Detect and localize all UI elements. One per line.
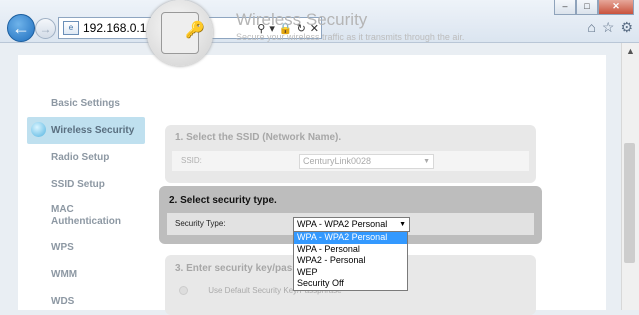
back-button[interactable]: ←: [7, 14, 35, 42]
forward-arrow-icon: →: [39, 21, 52, 36]
dropdown-option[interactable]: WPA2 - Personal: [294, 255, 407, 267]
dropdown-option[interactable]: WEP: [294, 267, 407, 279]
back-arrow-icon: ←: [12, 17, 30, 38]
sidebar-item-wmm[interactable]: WMM: [25, 261, 145, 288]
ssid-row: SSID: CenturyLink0028 ▼: [172, 151, 529, 171]
sidebar-item-wds[interactable]: WDS: [25, 288, 145, 315]
window-controls: – □ ✕: [554, 0, 634, 15]
security-type-label: Security Type:: [175, 219, 226, 228]
sidebar-item-mac-authentication[interactable]: MAC Authentication: [25, 198, 145, 234]
sidebar-item-label: Radio Setup: [51, 152, 110, 163]
key-icon: 🔑: [185, 22, 205, 39]
default-key-radio[interactable]: [179, 286, 188, 296]
globe-icon: [31, 122, 46, 137]
security-type-heading: 2. Select security type.: [169, 195, 277, 206]
home-icon[interactable]: ⌂: [587, 19, 595, 36]
sidebar-item-ssid-setup[interactable]: SSID Setup: [25, 171, 145, 198]
sidebar-item-label: MAC Authentication: [51, 204, 121, 227]
sidebar-item-label: Basic Settings: [51, 98, 120, 109]
sidebar: Basic Settings Wireless Security Radio S…: [25, 90, 145, 315]
sidebar-item-label: WMM: [51, 269, 78, 280]
forward-button[interactable]: →: [35, 18, 56, 39]
security-type-select-value: WPA - WPA2 Personal: [297, 219, 388, 229]
sidebar-item-label: WPS: [51, 242, 74, 253]
sidebar-item-wps[interactable]: WPS: [25, 234, 145, 261]
ssid-select-value: CenturyLink0028: [303, 156, 372, 166]
sidebar-item-basic-settings[interactable]: Basic Settings: [25, 90, 145, 117]
sidebar-item-wireless-security[interactable]: Wireless Security: [27, 117, 145, 144]
chevron-down-icon: ▼: [399, 221, 406, 228]
scroll-up-icon[interactable]: ▲: [622, 43, 639, 59]
dropdown-option[interactable]: Security Off: [294, 278, 407, 290]
sidebar-item-label: SSID Setup: [51, 179, 105, 190]
sidebar-item-label: Wireless Security: [51, 125, 135, 136]
dropdown-option[interactable]: WPA - WPA2 Personal: [294, 232, 407, 244]
chevron-down-icon: ▼: [423, 158, 430, 165]
vertical-scrollbar[interactable]: ▲: [621, 43, 639, 310]
page-title: Wireless Security: [236, 10, 368, 29]
page-icon: e: [63, 21, 79, 35]
dropdown-option[interactable]: WPA - Personal: [294, 244, 407, 256]
favorites-star-icon[interactable]: ☆: [602, 19, 615, 36]
browser-toolbar-icons: ⌂ ☆ ⚙: [587, 19, 633, 36]
settings-gear-icon[interactable]: ⚙: [620, 19, 633, 36]
ssid-section: 1. Select the SSID (Network Name). SSID:…: [165, 125, 536, 183]
maximize-button[interactable]: □: [576, 0, 598, 15]
close-button[interactable]: ✕: [598, 0, 634, 15]
sidebar-item-label: WDS: [51, 296, 75, 307]
ssid-section-heading: 1. Select the SSID (Network Name).: [175, 132, 342, 143]
security-type-select[interactable]: WPA - WPA2 Personal ▼: [293, 217, 410, 232]
sidebar-item-radio-setup[interactable]: Radio Setup: [25, 144, 145, 171]
wireless-security-header-icon: 🔑: [147, 0, 213, 66]
ssid-label: SSID:: [181, 156, 202, 165]
page-subtitle: Secure your wireless traffic as it trans…: [236, 32, 465, 42]
ssid-select[interactable]: CenturyLink0028 ▼: [299, 154, 434, 169]
scrollbar-thumb[interactable]: [624, 143, 635, 263]
security-type-dropdown-list: WPA - WPA2 Personal WPA - Personal WPA2 …: [293, 231, 408, 291]
minimize-button[interactable]: –: [554, 0, 576, 15]
